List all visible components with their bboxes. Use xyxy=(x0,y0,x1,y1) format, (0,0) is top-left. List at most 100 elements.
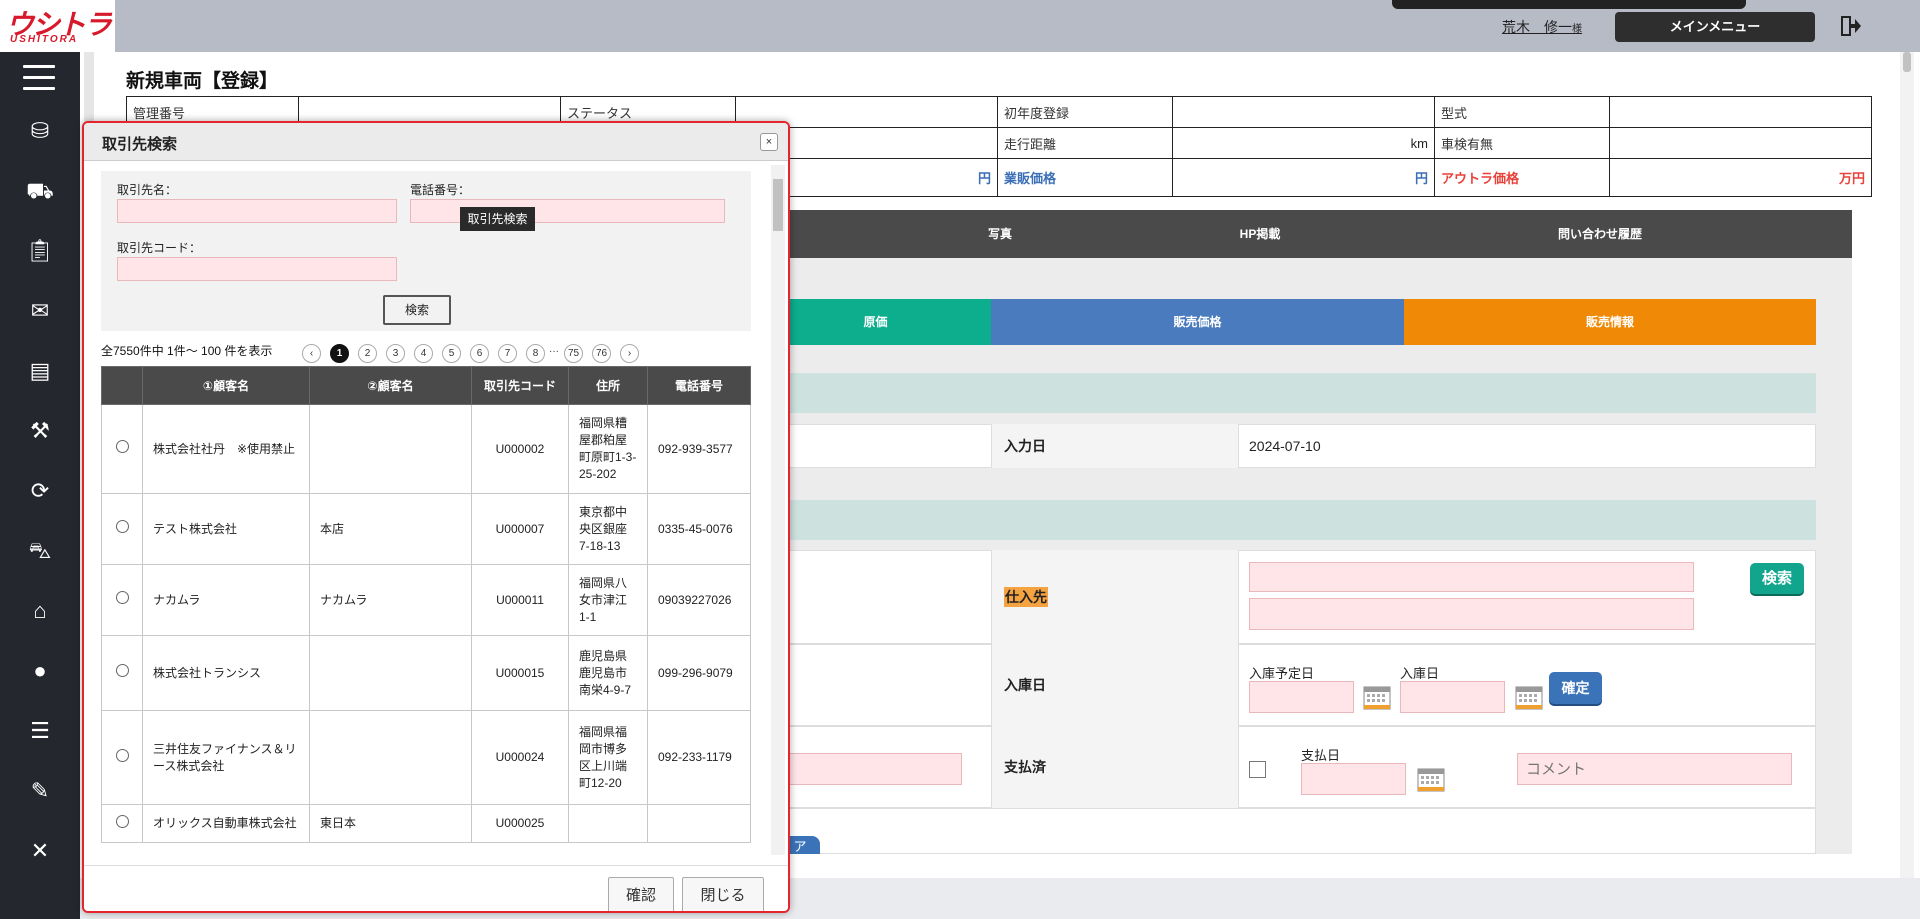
input-date-label: 入力日 xyxy=(991,424,1239,468)
calendar-icon[interactable] xyxy=(1515,684,1543,710)
client-name-label: 取引先名： xyxy=(117,183,178,197)
tab-sales-info[interactable]: 販売情報 xyxy=(1404,299,1816,345)
cell-phone: 092-939-3577 xyxy=(647,404,751,494)
notification-bar xyxy=(1392,0,1746,9)
page-75[interactable]: 75 xyxy=(564,344,583,363)
hamburger-icon[interactable] xyxy=(23,65,55,98)
cell-code: U000015 xyxy=(471,635,569,711)
supplier-input[interactable] xyxy=(1249,562,1694,592)
page-ellipsis: ··· xyxy=(549,346,559,357)
close-icon[interactable]: × xyxy=(760,133,778,151)
tab-cost[interactable]: 原価 xyxy=(760,299,991,345)
column-header: ②顧客名 xyxy=(309,366,472,405)
page-prev[interactable]: ‹ xyxy=(302,344,321,363)
tools-icon[interactable]: ✕ xyxy=(24,836,56,866)
row-radio[interactable] xyxy=(115,520,129,533)
cell-code: U000024 xyxy=(471,710,569,805)
page-1[interactable]: 1 xyxy=(330,344,349,363)
motorbike-icon[interactable]: ⛍ xyxy=(24,536,56,566)
page-next[interactable]: › xyxy=(620,344,639,363)
page-2[interactable]: 2 xyxy=(358,344,377,363)
confirm-stock-button[interactable]: 確定 xyxy=(1549,672,1602,704)
user-name-link[interactable]: 荒木 修一様 xyxy=(1502,17,1582,37)
client-name-input[interactable] xyxy=(117,199,397,223)
right-scrollbar[interactable] xyxy=(1900,52,1914,912)
table-row[interactable]: ナカムラ ナカムラ U000011 福岡県八女市津江1-1 0903922702… xyxy=(101,564,751,636)
comment-input[interactable] xyxy=(1517,753,1792,785)
page-8[interactable]: 8 xyxy=(526,344,545,363)
cell-phone: 09039227026 xyxy=(647,564,751,636)
search-button[interactable]: 検索 xyxy=(383,295,451,325)
cell-name1: オリックス自動車株式会社 xyxy=(142,804,310,843)
mileage-label: 走行距離 xyxy=(997,127,1173,159)
phone-input[interactable] xyxy=(410,199,725,223)
tab-hp-listing[interactable]: HP掲載 xyxy=(1100,210,1420,258)
row-radio[interactable] xyxy=(115,748,129,762)
close-button[interactable]: 閉じる xyxy=(682,877,764,911)
tooltip: 取引先検索 xyxy=(460,207,535,231)
cell-name2: 東日本 xyxy=(309,804,472,843)
cycle-icon[interactable]: ⟳ xyxy=(24,476,56,506)
paid-left-input[interactable] xyxy=(760,753,962,785)
logo[interactable]: ウシトラ USHITORA xyxy=(0,0,115,52)
row-radio[interactable] xyxy=(115,814,129,828)
user-icon[interactable]: ● xyxy=(24,656,56,686)
tab-sales-price[interactable]: 販売価格 xyxy=(991,299,1404,345)
warehouse-icon[interactable]: ⌂ xyxy=(24,596,56,626)
table-row[interactable]: 三井住友ファイナンス＆リース株式会社 U000024 福岡県福岡市博多区上川端町… xyxy=(101,710,751,805)
client-code-input[interactable] xyxy=(117,257,397,281)
cell-address xyxy=(568,804,648,843)
pay-day-input[interactable] xyxy=(1301,763,1406,795)
page-76[interactable]: 76 xyxy=(592,344,611,363)
cell-code: U000025 xyxy=(471,804,569,843)
tab-inquiry-history[interactable]: 問い合わせ履歴 xyxy=(1440,210,1760,258)
pay-day-label: 支払日 xyxy=(1301,748,1341,763)
stock-day-label: 入庫日 xyxy=(1400,666,1440,681)
row-radio[interactable] xyxy=(115,591,129,604)
supplier-label-cell: 仕入先 xyxy=(991,550,1239,644)
page-7[interactable]: 7 xyxy=(498,344,517,363)
supplier-input-2[interactable] xyxy=(1249,598,1694,630)
supplier-search-button[interactable]: 検索 xyxy=(1750,563,1804,594)
mail-icon[interactable]: ✉ xyxy=(24,296,56,326)
clipboard-icon[interactable]: 📋︎ xyxy=(24,236,56,266)
confirm-button[interactable]: 確認 xyxy=(608,877,674,911)
client-code-label: 取引先コード： xyxy=(117,241,202,255)
search-form: 取引先名： 電話番号： 取引先コード： 検索 xyxy=(101,171,751,331)
cell-name2 xyxy=(309,404,472,494)
paid-checkbox[interactable] xyxy=(1249,761,1266,778)
document-icon[interactable]: ☰ xyxy=(24,716,56,746)
calendar-icon[interactable] xyxy=(1417,766,1445,792)
cell-phone: 092-233-1179 xyxy=(647,710,751,805)
page-3[interactable]: 3 xyxy=(386,344,405,363)
cell-address: 鹿児島県鹿児島市南栄4-9-7 xyxy=(568,635,648,711)
cell-name1: ナカムラ xyxy=(142,564,310,636)
cell-name2 xyxy=(309,635,472,711)
car-wash-icon[interactable]: ⛁ xyxy=(24,116,56,146)
modal-scrollbar[interactable] xyxy=(771,165,785,855)
crane-icon[interactable]: ⚒ xyxy=(24,416,56,446)
logout-icon[interactable] xyxy=(1838,14,1862,38)
page-6[interactable]: 6 xyxy=(470,344,489,363)
page-5[interactable]: 5 xyxy=(442,344,461,363)
invoice-icon[interactable]: ▤ xyxy=(24,356,56,386)
cell-name2: ナカムラ xyxy=(309,564,472,636)
inspection-value xyxy=(1609,127,1872,159)
column-header: 取引先コード xyxy=(471,366,569,405)
planned-stock-input[interactable] xyxy=(1249,681,1354,713)
table-row[interactable]: 株式会社社丹 ※使用禁止 U000002 福岡県糟屋郡粕屋町原町1-3-25-2… xyxy=(101,404,751,494)
phone-label: 電話番号： xyxy=(410,183,471,197)
edit-doc-icon[interactable]: ✎ xyxy=(24,776,56,806)
calendar-icon[interactable] xyxy=(1363,684,1391,710)
row-radio[interactable] xyxy=(115,440,129,453)
table-row[interactable]: テスト株式会社 本店 U000007 東京都中央区銀座7-18-13 0335-… xyxy=(101,493,751,565)
table-row[interactable]: オリックス自動車株式会社 東日本 U000025 xyxy=(101,804,751,843)
row-radio[interactable] xyxy=(115,664,129,677)
outra-price-unit: 万円 xyxy=(1609,158,1872,197)
main-menu-button[interactable]: メインメニュー xyxy=(1615,12,1815,42)
stock-day-input[interactable] xyxy=(1400,681,1505,713)
truck-icon[interactable]: ⛟ xyxy=(24,176,56,206)
column-header: 住所 xyxy=(568,366,648,405)
table-row[interactable]: 株式会社トランシス U000015 鹿児島県鹿児島市南栄4-9-7 099-29… xyxy=(101,635,751,711)
page-4[interactable]: 4 xyxy=(414,344,433,363)
